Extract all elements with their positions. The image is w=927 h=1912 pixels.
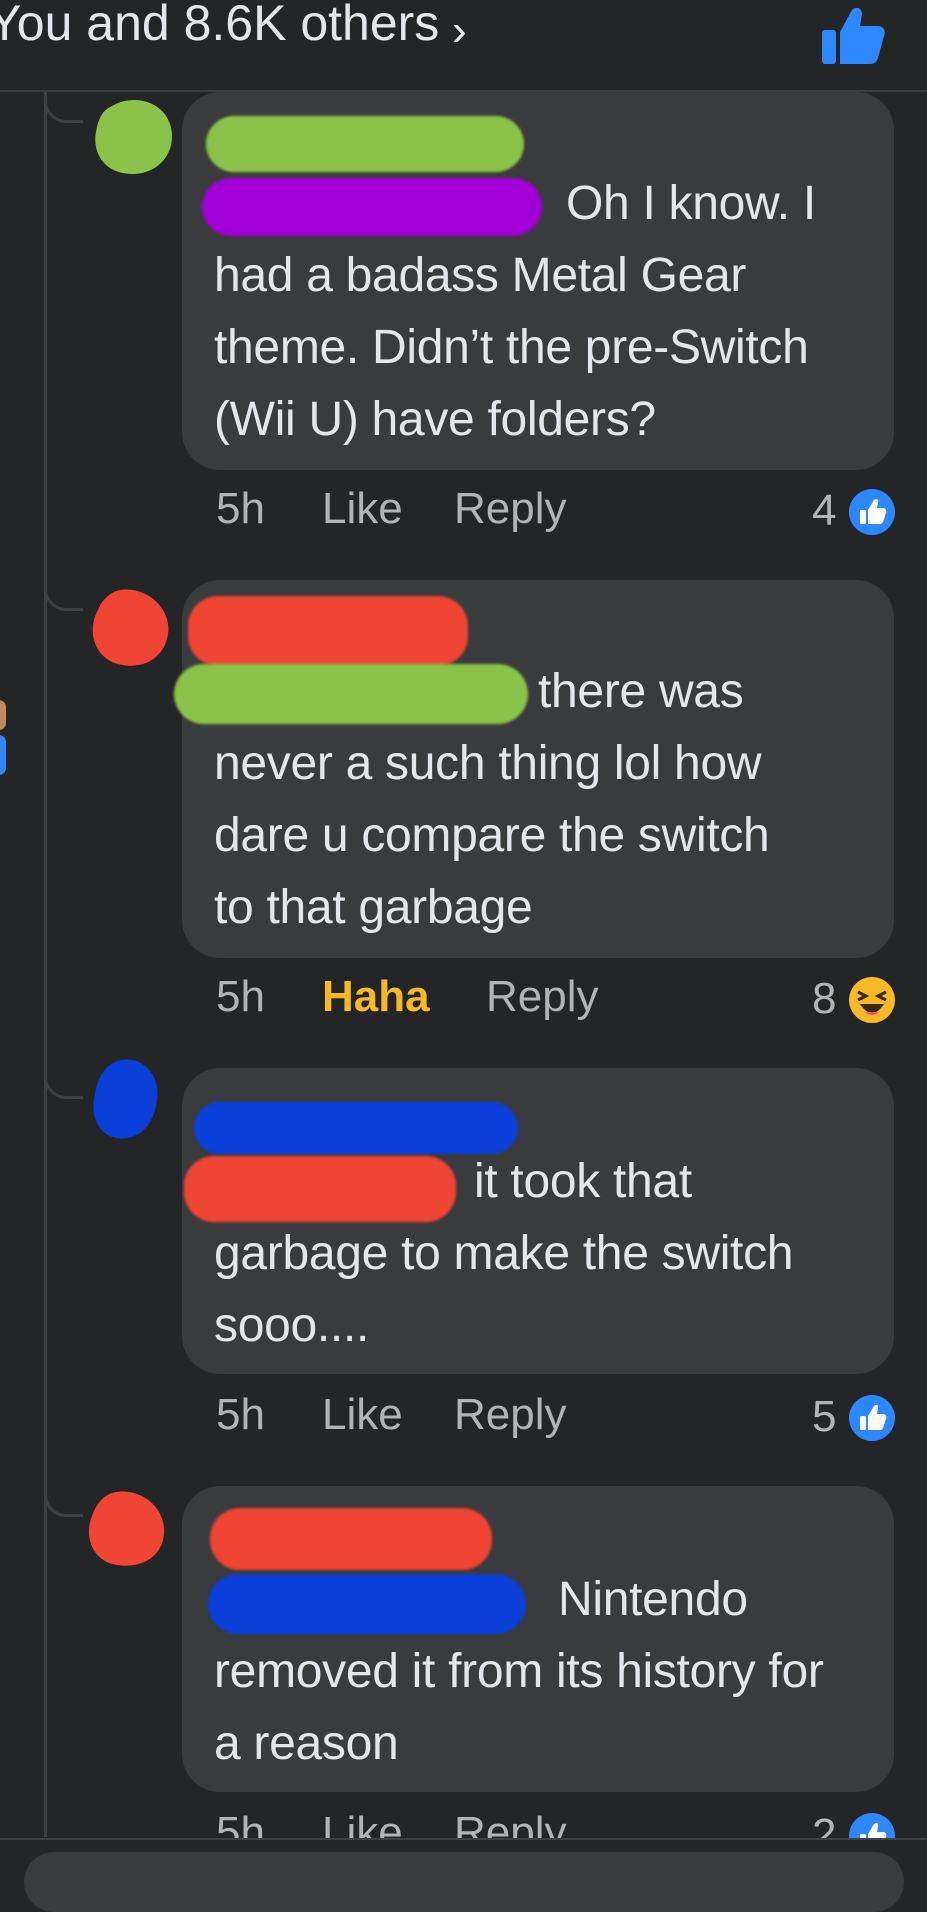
- comment-bubble[interactable]: Oh I know. I had a badass Metal Gear the…: [182, 92, 894, 470]
- chevron-right-icon[interactable]: ›: [452, 6, 467, 56]
- comment-actions: 5h Like Reply: [216, 484, 893, 544]
- comment-text: Oh I know. I: [566, 177, 816, 230]
- comment-text: there was: [538, 665, 744, 718]
- thumbs-up-icon[interactable]: [820, 4, 886, 66]
- redacted-name: [210, 1508, 492, 1570]
- comment-text: theme. Didn’t the pre-Switch: [214, 321, 809, 374]
- comment-time[interactable]: 5h: [216, 1390, 265, 1440]
- avatar[interactable]: [84, 1058, 166, 1140]
- reply-button[interactable]: Reply: [454, 484, 567, 534]
- comment-text: (Wii U) have folders?: [214, 393, 656, 446]
- comment-text: it took that: [474, 1155, 692, 1208]
- thread-line: [44, 92, 47, 1837]
- comment-text: a reason: [214, 1717, 399, 1770]
- comment-input[interactable]: [24, 1852, 904, 1912]
- redacted-mention: [174, 664, 528, 724]
- comment-bubble[interactable]: it took that garbage to make the switch …: [182, 1068, 894, 1374]
- comment-text: never a such thing lol how: [214, 737, 762, 790]
- comment-text: removed it from its history for: [214, 1645, 824, 1698]
- redacted-mention: [208, 1574, 526, 1634]
- thread-connector: [44, 1490, 83, 1517]
- haha-button[interactable]: Haha: [322, 972, 430, 1022]
- comment-actions: 5h Like Reply: [216, 1390, 893, 1450]
- side-avatar-fragment: [0, 735, 6, 775]
- comment-bubble[interactable]: there was never a such thing lol how dar…: [174, 580, 894, 958]
- thread-connector: [44, 1072, 83, 1099]
- reply-button[interactable]: Reply: [486, 972, 599, 1022]
- reactions-bar[interactable]: You and 8.6K others ›: [0, 0, 927, 92]
- comment-time[interactable]: 5h: [216, 972, 265, 1022]
- comment-bubble[interactable]: Nintendo removed it from its history for…: [182, 1486, 894, 1792]
- reaction-count[interactable]: 5: [812, 1392, 836, 1442]
- comment-time[interactable]: 5h: [216, 484, 265, 534]
- comment-text: Nintendo: [558, 1573, 748, 1626]
- redacted-mention: [184, 1156, 456, 1222]
- comment-text: to that garbage: [214, 881, 533, 934]
- avatar[interactable]: [90, 588, 172, 670]
- like-reaction-icon[interactable]: [848, 1394, 896, 1442]
- reply-button[interactable]: Reply: [454, 1390, 567, 1440]
- redacted-name: [194, 1102, 518, 1154]
- side-avatar-fragment: [0, 700, 6, 730]
- avatar[interactable]: [92, 96, 174, 178]
- comment-text: sooo....: [214, 1299, 370, 1352]
- redacted-name: [206, 116, 524, 172]
- comment-text: had a badass Metal Gear: [214, 249, 747, 302]
- haha-reaction-icon[interactable]: [848, 976, 896, 1024]
- comment-text: dare u compare the switch: [214, 809, 770, 862]
- like-button[interactable]: Like: [322, 484, 403, 534]
- redacted-mention: [202, 178, 542, 236]
- comment-actions: 5h Haha Reply: [216, 972, 893, 1032]
- reaction-count[interactable]: 8: [812, 974, 836, 1024]
- reaction-count[interactable]: 4: [812, 486, 836, 536]
- thread-connector: [44, 584, 83, 611]
- avatar[interactable]: [86, 1488, 168, 1570]
- redacted-name: [188, 596, 468, 666]
- like-reaction-icon[interactable]: [848, 488, 896, 536]
- like-button[interactable]: Like: [322, 1390, 403, 1440]
- thread-connector: [44, 96, 83, 123]
- comment-text: garbage to make the switch: [214, 1227, 794, 1280]
- reactions-summary[interactable]: You and 8.6K others: [0, 0, 439, 52]
